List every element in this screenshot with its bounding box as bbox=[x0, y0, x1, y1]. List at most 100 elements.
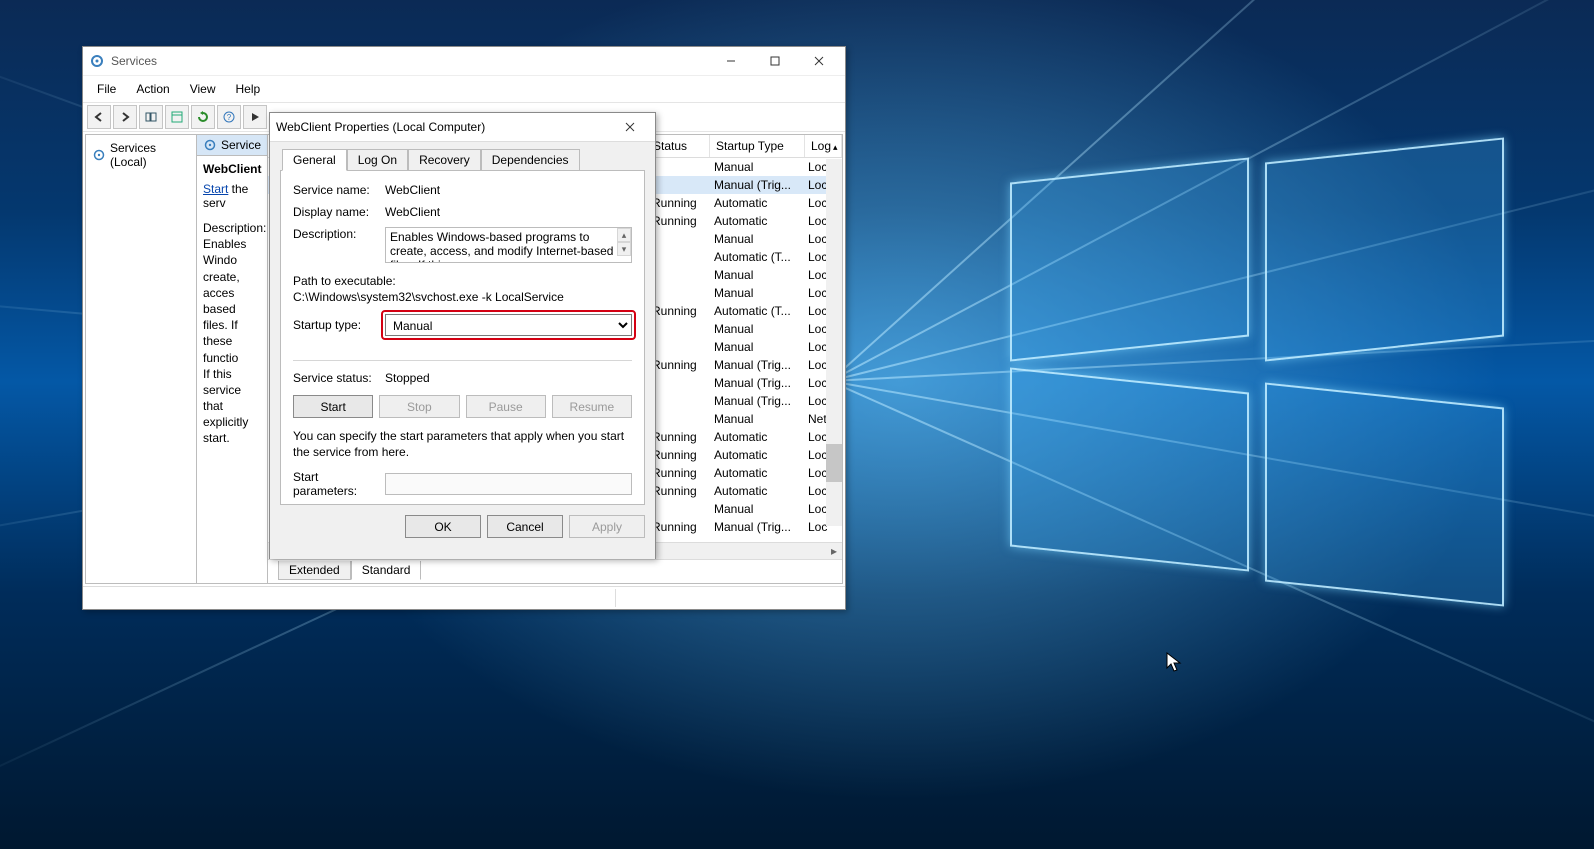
divider bbox=[293, 360, 632, 361]
tab-recovery[interactable]: Recovery bbox=[408, 149, 481, 171]
cell-startup-type: Manual bbox=[708, 502, 802, 516]
gear-icon bbox=[203, 138, 217, 152]
dialog-close-button[interactable] bbox=[609, 113, 651, 141]
display-name-label: Display name: bbox=[293, 205, 385, 219]
detail-desc-text: Enables Windo create, acces based files.… bbox=[203, 237, 248, 445]
back-button[interactable] bbox=[87, 105, 111, 129]
desktop: Services File Action View Help ? bbox=[0, 0, 1594, 849]
cell-startup-type: Manual bbox=[708, 268, 802, 282]
apply-button: Apply bbox=[569, 515, 645, 538]
tab-logon[interactable]: Log On bbox=[347, 149, 408, 171]
resume-button: Resume bbox=[552, 395, 632, 418]
cell-startup-type: Manual bbox=[708, 160, 802, 174]
menu-bar: File Action View Help bbox=[83, 75, 845, 102]
gear-icon bbox=[92, 148, 106, 162]
services-titlebar[interactable]: Services bbox=[83, 47, 845, 75]
cell-startup-type: Manual (Trig... bbox=[708, 178, 802, 192]
dialog-title: WebClient Properties (Local Computer) bbox=[276, 120, 609, 134]
tab-standard[interactable]: Standard bbox=[351, 561, 422, 580]
minimize-button[interactable] bbox=[709, 47, 753, 75]
refresh-button[interactable] bbox=[191, 105, 215, 129]
menu-action[interactable]: Action bbox=[126, 79, 179, 99]
cell-startup-type: Manual (Trig... bbox=[708, 394, 802, 408]
start-params-input bbox=[385, 473, 632, 495]
tab-dependencies[interactable]: Dependencies bbox=[481, 149, 580, 171]
export-button[interactable] bbox=[165, 105, 189, 129]
dialog-tabs: General Log On Recovery Dependencies bbox=[280, 148, 645, 170]
detail-service-name: WebClient bbox=[197, 156, 267, 176]
pause-button: Pause bbox=[466, 395, 546, 418]
start-button[interactable]: Start bbox=[293, 395, 373, 418]
path-label: Path to executable: bbox=[293, 274, 632, 288]
service-name-value: WebClient bbox=[385, 183, 632, 197]
start-service-button[interactable] bbox=[243, 105, 267, 129]
description-box[interactable]: Enables Windows-based programs to create… bbox=[385, 227, 632, 263]
tab-general[interactable]: General bbox=[282, 149, 347, 171]
detail-header-text: Service bbox=[221, 138, 261, 152]
menu-help[interactable]: Help bbox=[226, 79, 271, 99]
service-name-label: Service name: bbox=[293, 183, 385, 197]
service-status-value: Stopped bbox=[385, 371, 430, 385]
vertical-scrollbar[interactable] bbox=[826, 159, 842, 526]
cell-startup-type: Manual bbox=[708, 286, 802, 300]
cell-startup-type: Manual (Trig... bbox=[708, 520, 802, 534]
cell-startup-type: Manual (Trig... bbox=[708, 376, 802, 390]
column-logon[interactable]: Log▴ bbox=[805, 135, 842, 157]
column-startup-type[interactable]: Startup Type bbox=[710, 135, 805, 157]
cell-startup-type: Manual bbox=[708, 322, 802, 336]
show-hide-tree-button[interactable] bbox=[139, 105, 163, 129]
cursor-icon bbox=[1166, 652, 1182, 674]
service-status-label: Service status: bbox=[293, 371, 385, 385]
detail-pane: Service WebClient Start the serv Descrip… bbox=[197, 135, 268, 583]
cell-startup-type: Automatic bbox=[708, 484, 802, 498]
stop-button: Stop bbox=[379, 395, 459, 418]
detail-desc-label: Description: bbox=[203, 221, 266, 235]
cell-startup-type: Manual bbox=[708, 340, 802, 354]
maximize-button[interactable] bbox=[753, 47, 797, 75]
services-title: Services bbox=[111, 54, 709, 68]
forward-button[interactable] bbox=[113, 105, 137, 129]
description-label: Description: bbox=[293, 227, 385, 241]
startup-type-select[interactable]: Manual bbox=[385, 314, 632, 336]
highlight-box: Manual bbox=[381, 310, 636, 340]
menu-file[interactable]: File bbox=[87, 79, 126, 99]
detail-header: Service bbox=[197, 135, 267, 156]
desc-scroll-down-icon[interactable]: ▾ bbox=[617, 242, 631, 256]
startup-type-label: Startup type: bbox=[293, 318, 385, 332]
desc-scroll-up-icon[interactable]: ▴ bbox=[617, 228, 631, 242]
cell-startup-type: Automatic bbox=[708, 430, 802, 444]
tab-extended[interactable]: Extended bbox=[278, 561, 351, 580]
general-pane: Service name: WebClient Display name: We… bbox=[280, 170, 645, 505]
cell-startup-type: Manual bbox=[708, 232, 802, 246]
gear-icon bbox=[89, 53, 105, 69]
tree-node-label: Services (Local) bbox=[110, 141, 190, 169]
cell-startup-type: Automatic bbox=[708, 214, 802, 228]
properties-dialog: WebClient Properties (Local Computer) Ge… bbox=[269, 112, 656, 559]
dialog-titlebar[interactable]: WebClient Properties (Local Computer) bbox=[270, 113, 655, 142]
cell-startup-type: Automatic (T... bbox=[708, 250, 802, 264]
menu-view[interactable]: View bbox=[180, 79, 226, 99]
status-bar bbox=[83, 586, 845, 609]
cell-startup-type: Automatic bbox=[708, 196, 802, 210]
view-tabs: Extended Standard bbox=[268, 559, 842, 583]
cell-startup-type: Automatic bbox=[708, 448, 802, 462]
cell-startup-type: Automatic bbox=[708, 466, 802, 480]
windows-logo bbox=[1010, 170, 1530, 610]
display-name-value: WebClient bbox=[385, 205, 632, 219]
close-button[interactable] bbox=[797, 47, 841, 75]
start-params-label: Start parameters: bbox=[293, 470, 385, 498]
path-value: C:\Windows\system32\svchost.exe -k Local… bbox=[293, 290, 632, 304]
cell-startup-type: Manual bbox=[708, 412, 802, 426]
tree-pane[interactable]: Services (Local) bbox=[86, 135, 197, 583]
ok-button[interactable]: OK bbox=[405, 515, 481, 538]
help-button[interactable]: ? bbox=[217, 105, 241, 129]
column-status[interactable]: Status bbox=[647, 135, 710, 157]
start-link[interactable]: Start bbox=[203, 182, 228, 196]
cancel-button[interactable]: Cancel bbox=[487, 515, 563, 538]
scroll-right-icon[interactable]: ▸ bbox=[826, 543, 842, 559]
cell-startup-type: Automatic (T... bbox=[708, 304, 802, 318]
svg-text:?: ? bbox=[227, 113, 232, 122]
sort-caret-icon: ▴ bbox=[833, 142, 838, 152]
tree-node-services-local[interactable]: Services (Local) bbox=[86, 139, 196, 171]
cell-startup-type: Manual (Trig... bbox=[708, 358, 802, 372]
